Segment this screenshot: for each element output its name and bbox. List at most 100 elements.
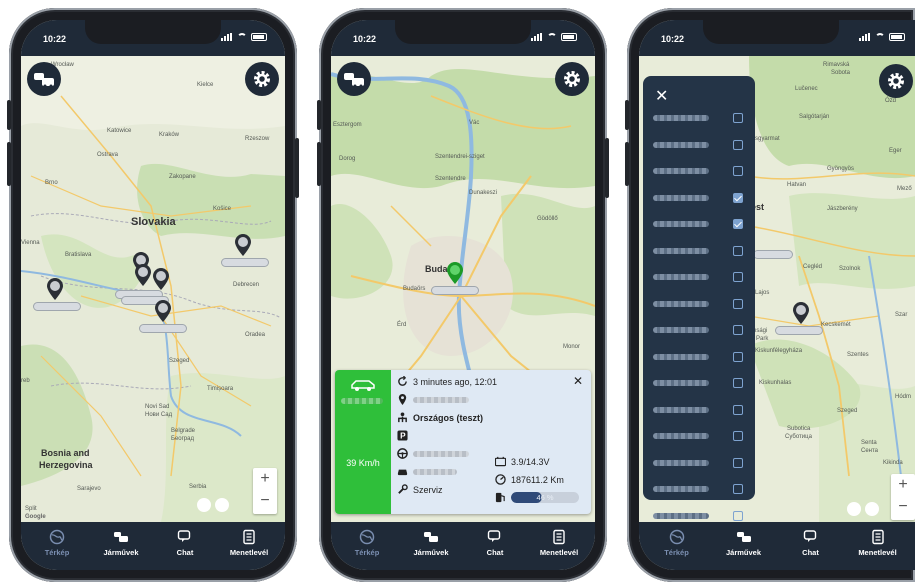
nav-menetlevel[interactable]: Menetlevél: [529, 529, 589, 557]
vehicle-marker[interactable]: [793, 302, 809, 324]
vehicle-checkbox[interactable]: [733, 298, 743, 309]
directions-icon[interactable]: [847, 502, 861, 516]
nav-terkep[interactable]: Térkép: [27, 529, 87, 557]
nav-label: Menetlevél: [229, 548, 269, 557]
map-label-reb: reb: [21, 378, 30, 384]
vehicle-name-redacted: [653, 194, 709, 201]
category-text: Szerviz: [413, 484, 443, 495]
vehicle-checkbox[interactable]: [733, 457, 743, 468]
nav-chat[interactable]: Chat: [465, 529, 525, 557]
map-label-split: Split: [25, 506, 37, 512]
vehicle-filter-row[interactable]: [653, 139, 743, 151]
nav-chat[interactable]: Chat: [155, 529, 215, 557]
fuel-level-text: 46 %: [536, 493, 554, 502]
vehicle-marker[interactable]: [47, 278, 63, 300]
vehicle-filter-row[interactable]: [653, 298, 743, 310]
vehicle-checkbox[interactable]: [733, 325, 743, 335]
vehicle-name-redacted: [653, 247, 709, 254]
map-view[interactable]: Wrocław Kielce Katowice Kraków Rzeszow O…: [21, 56, 285, 522]
nav-jarmuvek[interactable]: Járművek: [91, 529, 151, 557]
settings-button[interactable]: [245, 62, 279, 96]
vehicle-filter-button[interactable]: [27, 62, 61, 96]
google-maps-icon[interactable]: [215, 498, 229, 512]
settings-button[interactable]: [879, 64, 913, 98]
settings-button[interactable]: [555, 62, 589, 96]
map-label-kecskemet: Kecskemét: [821, 322, 851, 328]
vehicle-checkbox[interactable]: [733, 378, 743, 388]
map-view[interactable]: Rimavská Sobota Lučenec Ózd Salgótarján …: [639, 56, 915, 522]
vehicle-filter-row[interactable]: [653, 377, 743, 389]
nav-jarmuvek[interactable]: Járművek: [714, 529, 774, 557]
directions-icon[interactable]: [197, 498, 211, 512]
vehicle-name-redacted: [653, 274, 709, 280]
driver-row: [397, 448, 469, 459]
vehicle-checkbox[interactable]: [733, 351, 743, 362]
vehicle-marker[interactable]: [135, 264, 151, 286]
vehicle-checkbox[interactable]: [733, 484, 743, 494]
vehicle-marker[interactable]: [235, 234, 251, 256]
vehicle-checkbox[interactable]: [733, 139, 743, 150]
close-icon[interactable]: ✕: [573, 374, 583, 388]
map-label-subotica: Subotica: [787, 426, 811, 432]
nav-menetlevel[interactable]: Menetlevél: [219, 529, 279, 557]
vehicle-filter-row[interactable]: [653, 324, 743, 336]
vehicle-checkbox[interactable]: [733, 113, 743, 123]
vehicle-filter-row[interactable]: [653, 271, 743, 283]
battery-icon: [251, 33, 267, 41]
vehicle-filter-row[interactable]: [653, 165, 743, 177]
vehicle-checkbox[interactable]: [733, 510, 743, 521]
vehicle-checkbox[interactable]: [733, 431, 743, 441]
vehicle-filter-row[interactable]: [653, 483, 743, 495]
zoom-in-button[interactable]: +: [253, 468, 277, 490]
vehicle-checkbox[interactable]: [733, 166, 743, 176]
zoom-in-button[interactable]: +: [891, 474, 915, 496]
vehicle-marker[interactable]: [155, 300, 171, 322]
selected-vehicle-marker[interactable]: [447, 262, 463, 284]
vehicle-filter-row[interactable]: [653, 510, 743, 522]
zoom-out-button[interactable]: −: [253, 490, 277, 512]
vehicle-checkbox[interactable]: [733, 404, 743, 415]
nav-label: Járművek: [103, 548, 139, 557]
map-label-szeged: Szeged: [837, 408, 858, 414]
map-label-nsagi: nsági: [753, 328, 768, 334]
address-redacted: [413, 396, 469, 403]
map-label-eger: Eger: [889, 148, 902, 154]
zoom-out-button[interactable]: −: [891, 496, 915, 518]
vehicle-filter-row[interactable]: [653, 112, 743, 124]
vehicle-marker[interactable]: [153, 268, 169, 290]
vehicle-checkbox[interactable]: [733, 245, 743, 256]
nav-chat[interactable]: Chat: [781, 529, 841, 557]
voltage-row: 3.9/14.3V: [495, 456, 550, 467]
car-icon: [351, 380, 375, 391]
vehicle-filter-row[interactable]: [653, 430, 743, 442]
nav-terkep[interactable]: Térkép: [337, 529, 397, 557]
vehicle-checkbox[interactable]: [733, 272, 743, 282]
vehicle-filter-row[interactable]: [653, 192, 743, 204]
nav-menetlevel[interactable]: Menetlevél: [848, 529, 908, 557]
map-label-kiskunfelegyhaza: Kiskunfélegyháza: [755, 348, 803, 354]
zoom-controls[interactable]: + −: [891, 474, 915, 520]
map-label-lucenec: Lučenec: [795, 86, 818, 92]
vehicle-name-redacted: [653, 221, 709, 227]
map-label-vienna: Vienna: [21, 240, 40, 246]
parking-icon: P: [397, 430, 408, 441]
vehicle-checkbox[interactable]: [733, 219, 743, 229]
map-label-jaszbereny: Jászberény: [827, 206, 858, 212]
google-maps-icon[interactable]: [865, 502, 879, 516]
map-label-szeged: Szeged: [169, 358, 190, 364]
nav-terkep[interactable]: Térkép: [647, 529, 707, 557]
vehicle-filter-row[interactable]: [653, 457, 743, 469]
vehicle-filter-row[interactable]: [653, 218, 743, 230]
zoom-controls[interactable]: + −: [253, 468, 277, 514]
vehicle-filter-row[interactable]: [653, 351, 743, 363]
vehicle-filter-button[interactable]: [337, 62, 371, 96]
vehicle-filter-row[interactable]: [653, 245, 743, 257]
vehicle-checkbox[interactable]: [733, 192, 743, 203]
odometer-row: 187611.2 Km: [495, 474, 564, 485]
google-map-shortcuts[interactable]: [847, 502, 879, 516]
nav-jarmuvek[interactable]: Járművek: [401, 529, 461, 557]
category-row: Szerviz: [397, 484, 443, 495]
vehicle-filter-row[interactable]: [653, 404, 743, 416]
google-map-shortcuts[interactable]: [197, 498, 229, 512]
close-icon[interactable]: ✕: [655, 86, 668, 106]
